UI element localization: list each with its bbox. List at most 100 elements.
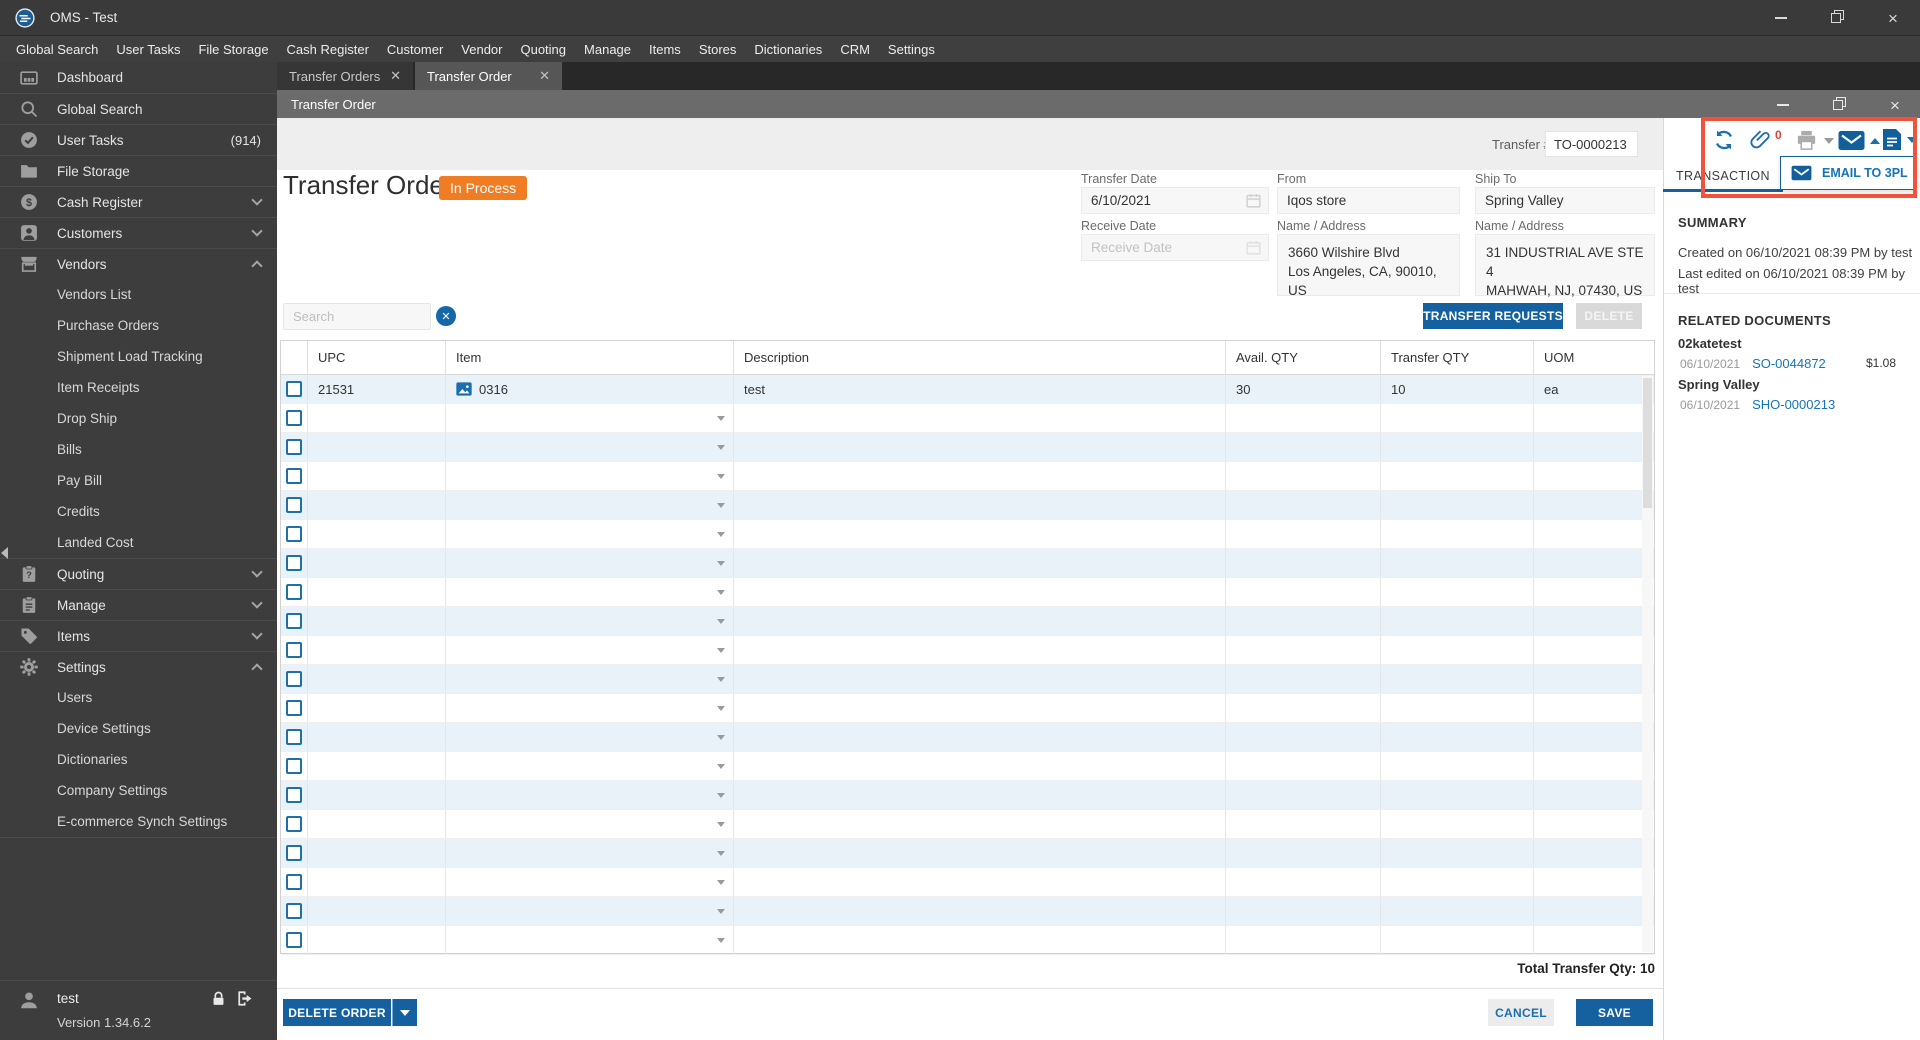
menu-crm[interactable]: CRM — [831, 36, 879, 62]
cell-uom[interactable]: ea — [1534, 375, 1654, 403]
cell-avail-qty[interactable] — [1226, 781, 1381, 809]
sidebar-item-vendors[interactable]: Vendors — [0, 248, 277, 279]
inner-restore-icon[interactable] — [1826, 92, 1852, 118]
cell-transfer-qty[interactable] — [1381, 433, 1534, 461]
cell-uom[interactable] — [1534, 897, 1654, 925]
row-checkbox[interactable] — [286, 874, 302, 890]
sidebar-item-item-receipts[interactable]: Item Receipts — [0, 372, 277, 403]
cell-transfer-qty[interactable] — [1381, 462, 1534, 490]
cell-description[interactable] — [734, 926, 1226, 954]
cell-transfer-qty[interactable] — [1381, 839, 1534, 867]
column-header-avail-qty[interactable]: Avail. QTY — [1226, 341, 1381, 374]
row-checkbox[interactable] — [286, 613, 302, 629]
sidebar-item-pay-bill[interactable]: Pay Bill — [0, 465, 277, 496]
cell-item[interactable] — [446, 926, 734, 954]
item-dropdown-arrow-icon[interactable] — [717, 705, 725, 711]
cell-avail-qty[interactable] — [1226, 578, 1381, 606]
sidebar-item-vendors-list[interactable]: Vendors List — [0, 279, 277, 310]
column-header-transfer-qty[interactable]: Transfer QTY — [1381, 341, 1534, 374]
cell-uom[interactable] — [1534, 665, 1654, 693]
cell-item[interactable] — [446, 433, 734, 461]
cell-item[interactable] — [446, 549, 734, 577]
cell-transfer-qty[interactable] — [1381, 781, 1534, 809]
table-row-empty[interactable] — [281, 549, 1654, 578]
cell-description[interactable] — [734, 636, 1226, 664]
menu-settings[interactable]: Settings — [879, 36, 944, 62]
item-dropdown-arrow-icon[interactable] — [717, 763, 725, 769]
cell-uom[interactable] — [1534, 868, 1654, 896]
cell-item[interactable] — [446, 897, 734, 925]
cell-uom[interactable] — [1534, 636, 1654, 664]
item-dropdown-arrow-icon[interactable] — [717, 589, 725, 595]
row-checkbox[interactable] — [286, 468, 302, 484]
cell-description[interactable] — [734, 723, 1226, 751]
menu-items[interactable]: Items — [640, 36, 690, 62]
row-checkbox[interactable] — [286, 700, 302, 716]
cell-transfer-qty[interactable] — [1381, 404, 1534, 432]
cell-transfer-qty[interactable] — [1381, 926, 1534, 954]
table-row-empty[interactable] — [281, 462, 1654, 491]
table-row-empty[interactable] — [281, 752, 1654, 781]
table-row-empty[interactable] — [281, 723, 1654, 752]
cell-uom[interactable] — [1534, 723, 1654, 751]
table-row-empty[interactable] — [281, 810, 1654, 839]
transfer-date-input[interactable]: 6/10/2021 — [1081, 187, 1269, 214]
cell-description[interactable] — [734, 868, 1226, 896]
refresh-icon[interactable] — [1712, 128, 1736, 152]
cell-item[interactable] — [446, 839, 734, 867]
sidebar-item-dashboard[interactable]: Dashboard — [0, 62, 277, 93]
row-checkbox[interactable] — [286, 642, 302, 658]
doc-link[interactable]: SHO-0000213 — [1752, 397, 1835, 412]
cell-item[interactable]: 0316 — [446, 375, 734, 403]
sidebar-item-ecommerce-synch-settings[interactable]: E-commerce Synch Settings — [0, 806, 277, 837]
cell-upc[interactable] — [308, 897, 446, 925]
item-dropdown-arrow-icon[interactable] — [717, 647, 725, 653]
cell-item[interactable] — [446, 781, 734, 809]
cell-upc[interactable] — [308, 462, 446, 490]
doc-link[interactable]: SO-0044872 — [1752, 356, 1826, 371]
calendar-icon[interactable] — [1245, 239, 1262, 256]
cell-item[interactable] — [446, 404, 734, 432]
sidebar-item-company-settings[interactable]: Company Settings — [0, 775, 277, 806]
item-dropdown-arrow-icon[interactable] — [717, 502, 725, 508]
cell-description[interactable] — [734, 462, 1226, 490]
email-dropdown-menu[interactable]: EMAIL TO 3PL — [1780, 156, 1917, 190]
table-row-empty[interactable] — [281, 520, 1654, 549]
table-row-empty[interactable] — [281, 404, 1654, 433]
cell-transfer-qty[interactable] — [1381, 723, 1534, 751]
cell-transfer-qty[interactable]: 10 — [1381, 375, 1534, 403]
sidebar-item-cash-register[interactable]: $ Cash Register — [0, 186, 277, 217]
row-checkbox[interactable] — [286, 816, 302, 832]
inner-minimize-icon[interactable] — [1770, 92, 1796, 118]
menu-vendor[interactable]: Vendor — [452, 36, 511, 62]
cell-transfer-qty[interactable] — [1381, 578, 1534, 606]
item-dropdown-arrow-icon[interactable] — [717, 908, 725, 914]
table-row-empty[interactable] — [281, 897, 1654, 926]
table-row-empty[interactable] — [281, 636, 1654, 665]
cell-uom[interactable] — [1534, 462, 1654, 490]
cell-item[interactable] — [446, 665, 734, 693]
sidebar-item-manage[interactable]: Manage — [0, 589, 277, 620]
cell-uom[interactable] — [1534, 926, 1654, 954]
cell-item[interactable] — [446, 752, 734, 780]
cell-uom[interactable] — [1534, 694, 1654, 722]
delete-order-dropdown-icon[interactable] — [392, 999, 417, 1026]
cancel-button[interactable]: CANCEL — [1488, 999, 1554, 1026]
cell-description[interactable] — [734, 433, 1226, 461]
cell-uom[interactable] — [1534, 839, 1654, 867]
logout-icon[interactable] — [236, 989, 255, 1013]
email-dropdown-open-icon[interactable] — [1870, 137, 1880, 144]
table-row-empty[interactable] — [281, 926, 1654, 955]
row-checkbox[interactable] — [286, 845, 302, 861]
cell-avail-qty[interactable] — [1226, 665, 1381, 693]
cell-uom[interactable] — [1534, 520, 1654, 548]
cell-upc[interactable] — [308, 839, 446, 867]
calendar-icon[interactable] — [1245, 192, 1262, 209]
sidebar-item-dictionaries[interactable]: Dictionaries — [0, 744, 277, 775]
row-checkbox[interactable] — [286, 410, 302, 426]
cell-avail-qty[interactable] — [1226, 694, 1381, 722]
sidebar-item-device-settings[interactable]: Device Settings — [0, 713, 277, 744]
cell-avail-qty[interactable] — [1226, 723, 1381, 751]
row-checkbox[interactable] — [286, 584, 302, 600]
sidebar-item-items[interactable]: Items — [0, 620, 277, 651]
